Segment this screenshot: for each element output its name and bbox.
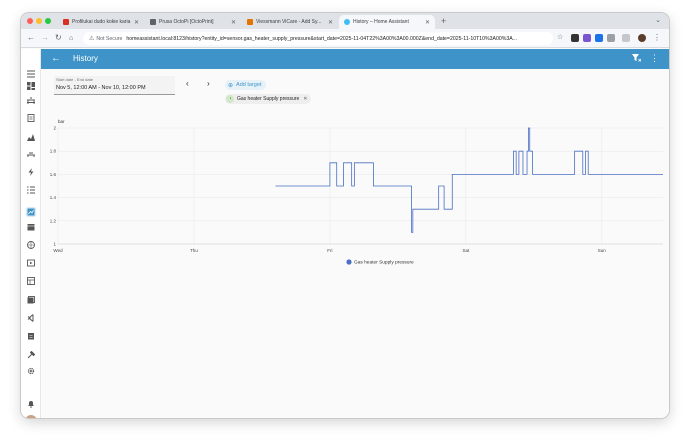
extensions-puzzle-icon[interactable] [607, 34, 615, 42]
minimize-window-icon[interactable] [36, 18, 42, 24]
tab-strip: Profilukai dudo kokie karia - ... ✕ Prus… [21, 13, 669, 29]
tab-close-icon[interactable]: ✕ [134, 19, 139, 26]
back-arrow-icon[interactable]: ← [51, 53, 61, 65]
series-line [275, 127, 663, 233]
extension-icon[interactable] [583, 34, 591, 42]
add-target-label: Add target [236, 82, 262, 88]
globe-icon[interactable] [26, 240, 36, 250]
logbook-icon[interactable] [26, 113, 36, 123]
browser-toolbar: ← → ↻ ⌂ ⚠ Not Secure homeassistant.local… [21, 29, 669, 48]
photos-icon[interactable] [26, 295, 36, 305]
browser-tab-2[interactable]: Viessmann ViCare - Add Sy... ✕ [242, 15, 338, 29]
bookmark-star-icon[interactable]: ☆ [557, 33, 563, 43]
browser-tab-3[interactable]: History – Home Assistant ✕ [339, 15, 435, 29]
x-tick-label: Fri [327, 248, 332, 253]
filter-icon[interactable] [632, 54, 642, 64]
maximize-window-icon[interactable] [45, 18, 51, 24]
tab-favicon-icon [247, 19, 253, 25]
entities-icon[interactable] [26, 276, 36, 286]
browser-tab-1[interactable]: Prusa OctoPi [OctoPrint] ✕ [145, 15, 241, 29]
y-tick-label: 1 [53, 242, 56, 247]
page-title: History [73, 54, 98, 63]
x-tick-label: Sun [598, 248, 607, 253]
x-tick-label: Sat [462, 248, 470, 253]
user-avatar[interactable] [25, 415, 37, 418]
history-chart[interactable]: bar 1 1.2 1.4 1.6 1.8 2 Wed Thu Fri Sat Sun Gas heat… [41, 103, 669, 273]
hammer-icon[interactable] [26, 350, 36, 360]
tab-search-icon[interactable]: ⌄ [655, 16, 661, 24]
date-range-label: Start date - End date [56, 77, 93, 82]
legend-marker [346, 259, 352, 265]
not-secure-label: Not Secure [96, 35, 123, 42]
todo-icon[interactable] [26, 185, 36, 195]
media-icon[interactable] [26, 258, 36, 268]
overview-icon[interactable] [26, 81, 36, 91]
app-header: ← History ⋮ [41, 49, 669, 69]
more-options-icon[interactable]: ⋮ [650, 53, 659, 64]
energy-icon[interactable] [26, 96, 36, 106]
tab-close-icon[interactable]: ✕ [328, 19, 333, 26]
extension-icon[interactable] [571, 34, 579, 42]
remove-chip-icon[interactable]: ✕ [303, 96, 307, 102]
history-icon[interactable] [26, 207, 36, 217]
tab-favicon-icon [63, 19, 69, 25]
tab-close-icon[interactable]: ✕ [231, 19, 236, 26]
new-tab-button[interactable]: + [441, 16, 446, 26]
tab-title: Prusa OctoPi [OctoPrint] [159, 19, 214, 25]
address-bar[interactable]: ⚠ Not Secure homeassistant.local:8123/hi… [83, 32, 553, 45]
gauge-icon: ◔ [226, 95, 234, 103]
vscode-icon[interactable] [26, 313, 36, 323]
profile-avatar-icon[interactable] [638, 34, 646, 42]
browser-tab-0[interactable]: Profilukai dudo kokie karia - ... ✕ [58, 15, 144, 29]
lightning-icon[interactable] [26, 167, 36, 177]
y-tick-label: 2 [53, 126, 56, 131]
tab-title: Viessmann ViCare - Add Sy... [256, 19, 322, 25]
settings-icon[interactable] [26, 366, 36, 376]
browser-menu-icon[interactable]: ⋮ [653, 33, 661, 43]
extension-icon[interactable] [595, 34, 603, 42]
menu-icon[interactable] [26, 69, 36, 79]
url-text: homeassistant.local:8123/history?entity_… [126, 35, 518, 42]
add-target-icon: ⊕ [228, 82, 234, 89]
home-icon[interactable]: ⌂ [69, 34, 73, 44]
y-tick-label: 1.4 [50, 195, 57, 200]
next-period-icon[interactable]: › [207, 79, 210, 88]
map-icon[interactable] [26, 132, 36, 142]
forward-icon[interactable]: → [41, 33, 49, 43]
previous-period-icon[interactable]: ‹ [186, 79, 189, 88]
y-tick-label: 1.8 [50, 149, 57, 154]
calendar-icon[interactable] [26, 222, 36, 232]
vacuum-icon[interactable] [26, 149, 36, 159]
home-assistant-favicon-icon [344, 19, 350, 25]
browser-window: Profilukai dudo kokie karia - ... ✕ Prus… [21, 13, 669, 418]
close-window-icon[interactable] [27, 18, 33, 24]
tab-close-icon[interactable]: ✕ [425, 19, 430, 26]
tab-favicon-icon [150, 19, 156, 25]
y-tick-label: 1.6 [50, 172, 57, 177]
back-icon[interactable]: ← [27, 33, 35, 43]
reload-icon[interactable]: ↻ [55, 33, 62, 43]
y-axis-unit: bar [58, 119, 65, 124]
date-range-picker[interactable]: Start date - End date Nov 5, 12:00 AM - … [54, 76, 175, 95]
entity-chip-label: Gas heater Supply pressure [237, 96, 300, 102]
bell-icon[interactable] [26, 399, 36, 409]
tasks-icon[interactable] [26, 331, 36, 341]
y-tick-label: 1.2 [50, 218, 57, 223]
history-content: Start date - End date Nov 5, 12:00 AM - … [41, 69, 669, 418]
warning-icon: ⚠ [89, 36, 95, 42]
security-indicator[interactable]: ⚠ Not Secure [89, 35, 123, 43]
date-range-value: Nov 5, 12:00 AM - Nov 10, 12:00 PM [56, 85, 146, 91]
tab-title: History – Home Assistant [353, 19, 409, 25]
legend-label: Gas heater Supply pressure [354, 260, 414, 266]
x-tick-label: Wed [53, 248, 63, 253]
sidebar-panel-icon[interactable] [622, 34, 630, 42]
add-target-button[interactable]: ⊕ Add target [225, 80, 267, 90]
x-tick-label: Thu [190, 248, 198, 253]
sidebar [21, 49, 41, 418]
tab-title: Profilukai dudo kokie karia - ... [72, 19, 131, 25]
home-assistant-app: ← History ⋮ Start date - End date Nov 5,… [21, 49, 669, 418]
